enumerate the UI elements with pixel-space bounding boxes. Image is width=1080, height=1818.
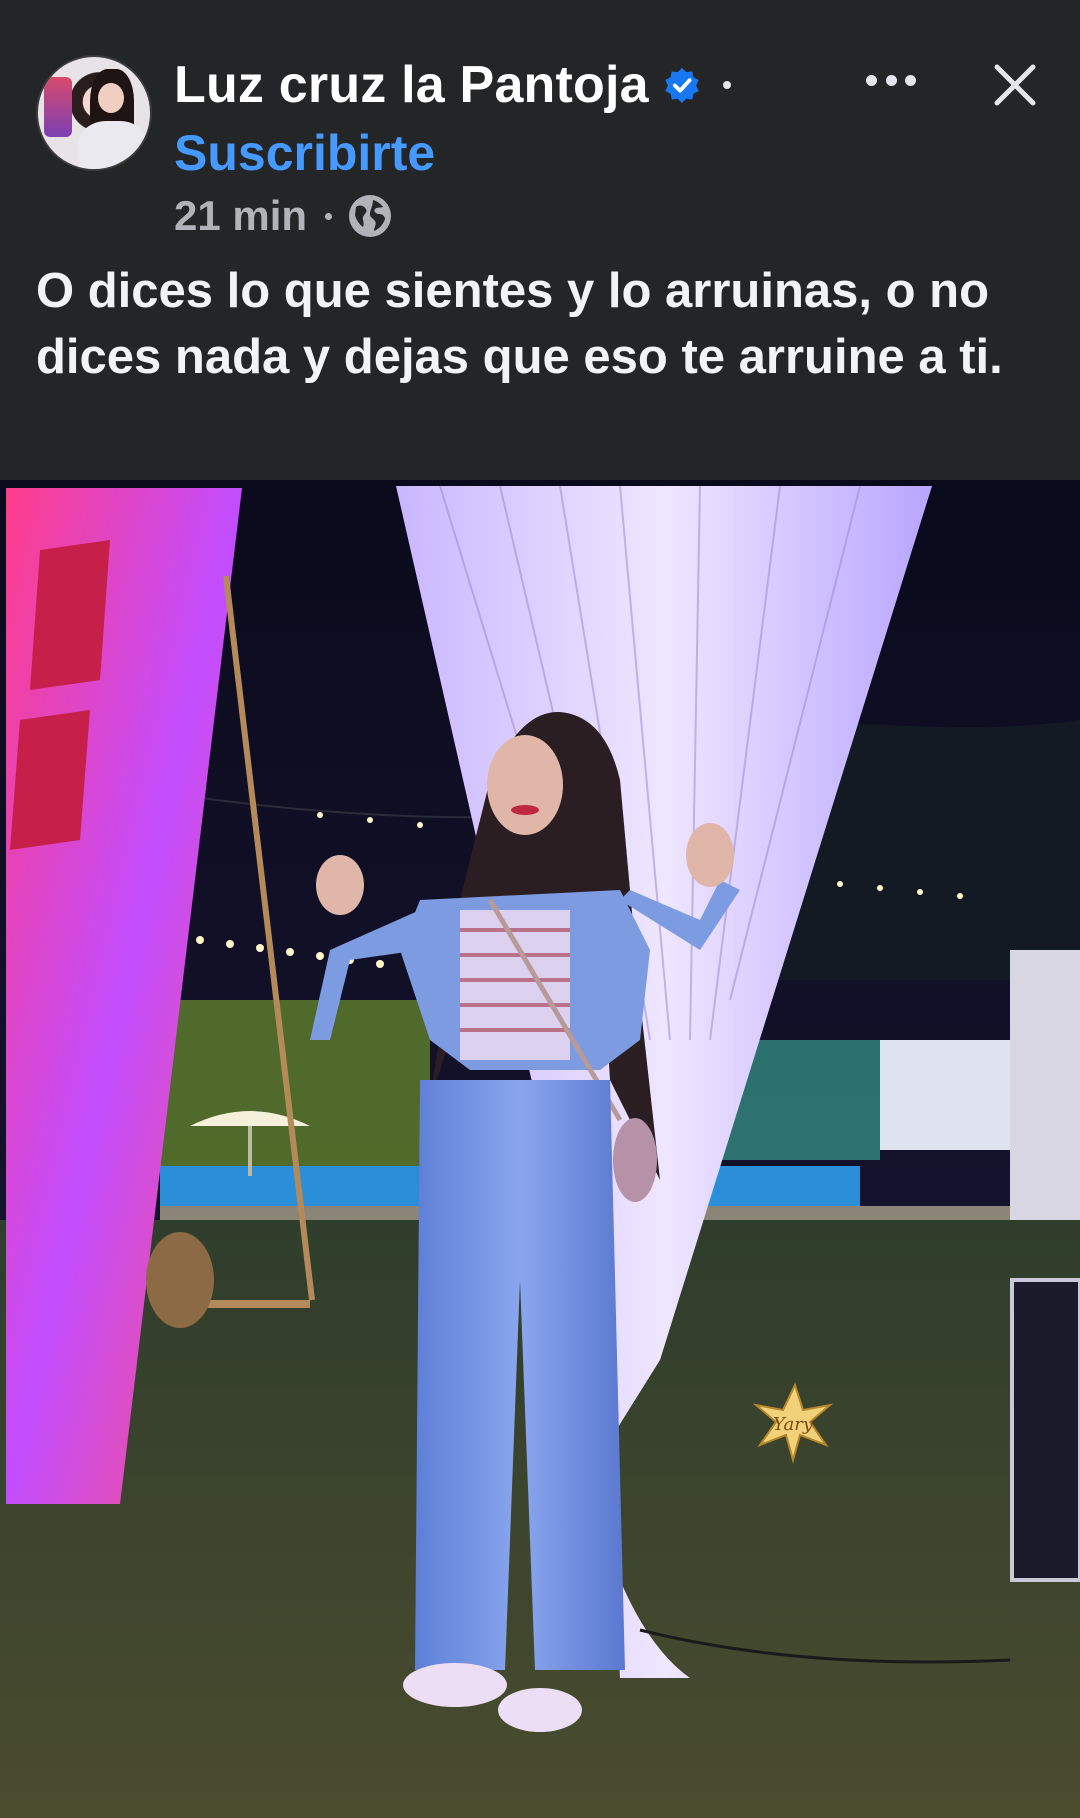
more-options-icon[interactable] xyxy=(866,70,916,90)
separator-dot xyxy=(722,81,731,89)
garden-wall xyxy=(880,1040,1020,1150)
author-row: Luz cruz la Pantoja xyxy=(174,50,731,120)
verified-badge-icon xyxy=(665,67,699,104)
post-photo[interactable]: Yary xyxy=(0,480,1080,1818)
equipment-case xyxy=(1010,950,1080,1220)
watermark-text: Yary xyxy=(773,1414,814,1435)
subscribe-button[interactable]: Suscribirte xyxy=(174,124,435,182)
right-hand xyxy=(686,823,734,887)
post-meta: 21 min xyxy=(174,188,394,244)
umbrella-pole xyxy=(248,1126,252,1176)
road-case xyxy=(1010,1278,1080,1582)
avatar-face xyxy=(98,83,124,113)
post-header: Luz cruz la Pantoja Suscribirte 21 min O… xyxy=(0,0,1080,480)
avatar-body xyxy=(78,121,148,169)
striped-shirt xyxy=(460,910,570,1060)
banner-letter xyxy=(30,540,110,690)
globe-icon[interactable] xyxy=(346,192,394,240)
close-icon[interactable] xyxy=(990,60,1040,110)
right-sneaker xyxy=(498,1688,582,1732)
left-sneaker xyxy=(403,1663,507,1707)
author-name[interactable]: Luz cruz la Pantoja xyxy=(174,55,649,115)
post-caption: O dices lo que sientes y lo arruinas, o … xyxy=(36,264,1003,384)
post-time[interactable]: 21 min xyxy=(174,192,307,240)
photo-illustration: Yary xyxy=(0,480,1080,1818)
face xyxy=(487,735,563,835)
author-avatar[interactable] xyxy=(36,55,152,171)
banner-letter xyxy=(10,710,90,850)
avatar-decoration xyxy=(44,77,72,137)
log-stump xyxy=(146,1232,214,1328)
mouth xyxy=(511,805,539,815)
crossbody-bag xyxy=(613,1118,657,1202)
meta-separator xyxy=(325,212,333,220)
left-hand xyxy=(316,855,364,915)
